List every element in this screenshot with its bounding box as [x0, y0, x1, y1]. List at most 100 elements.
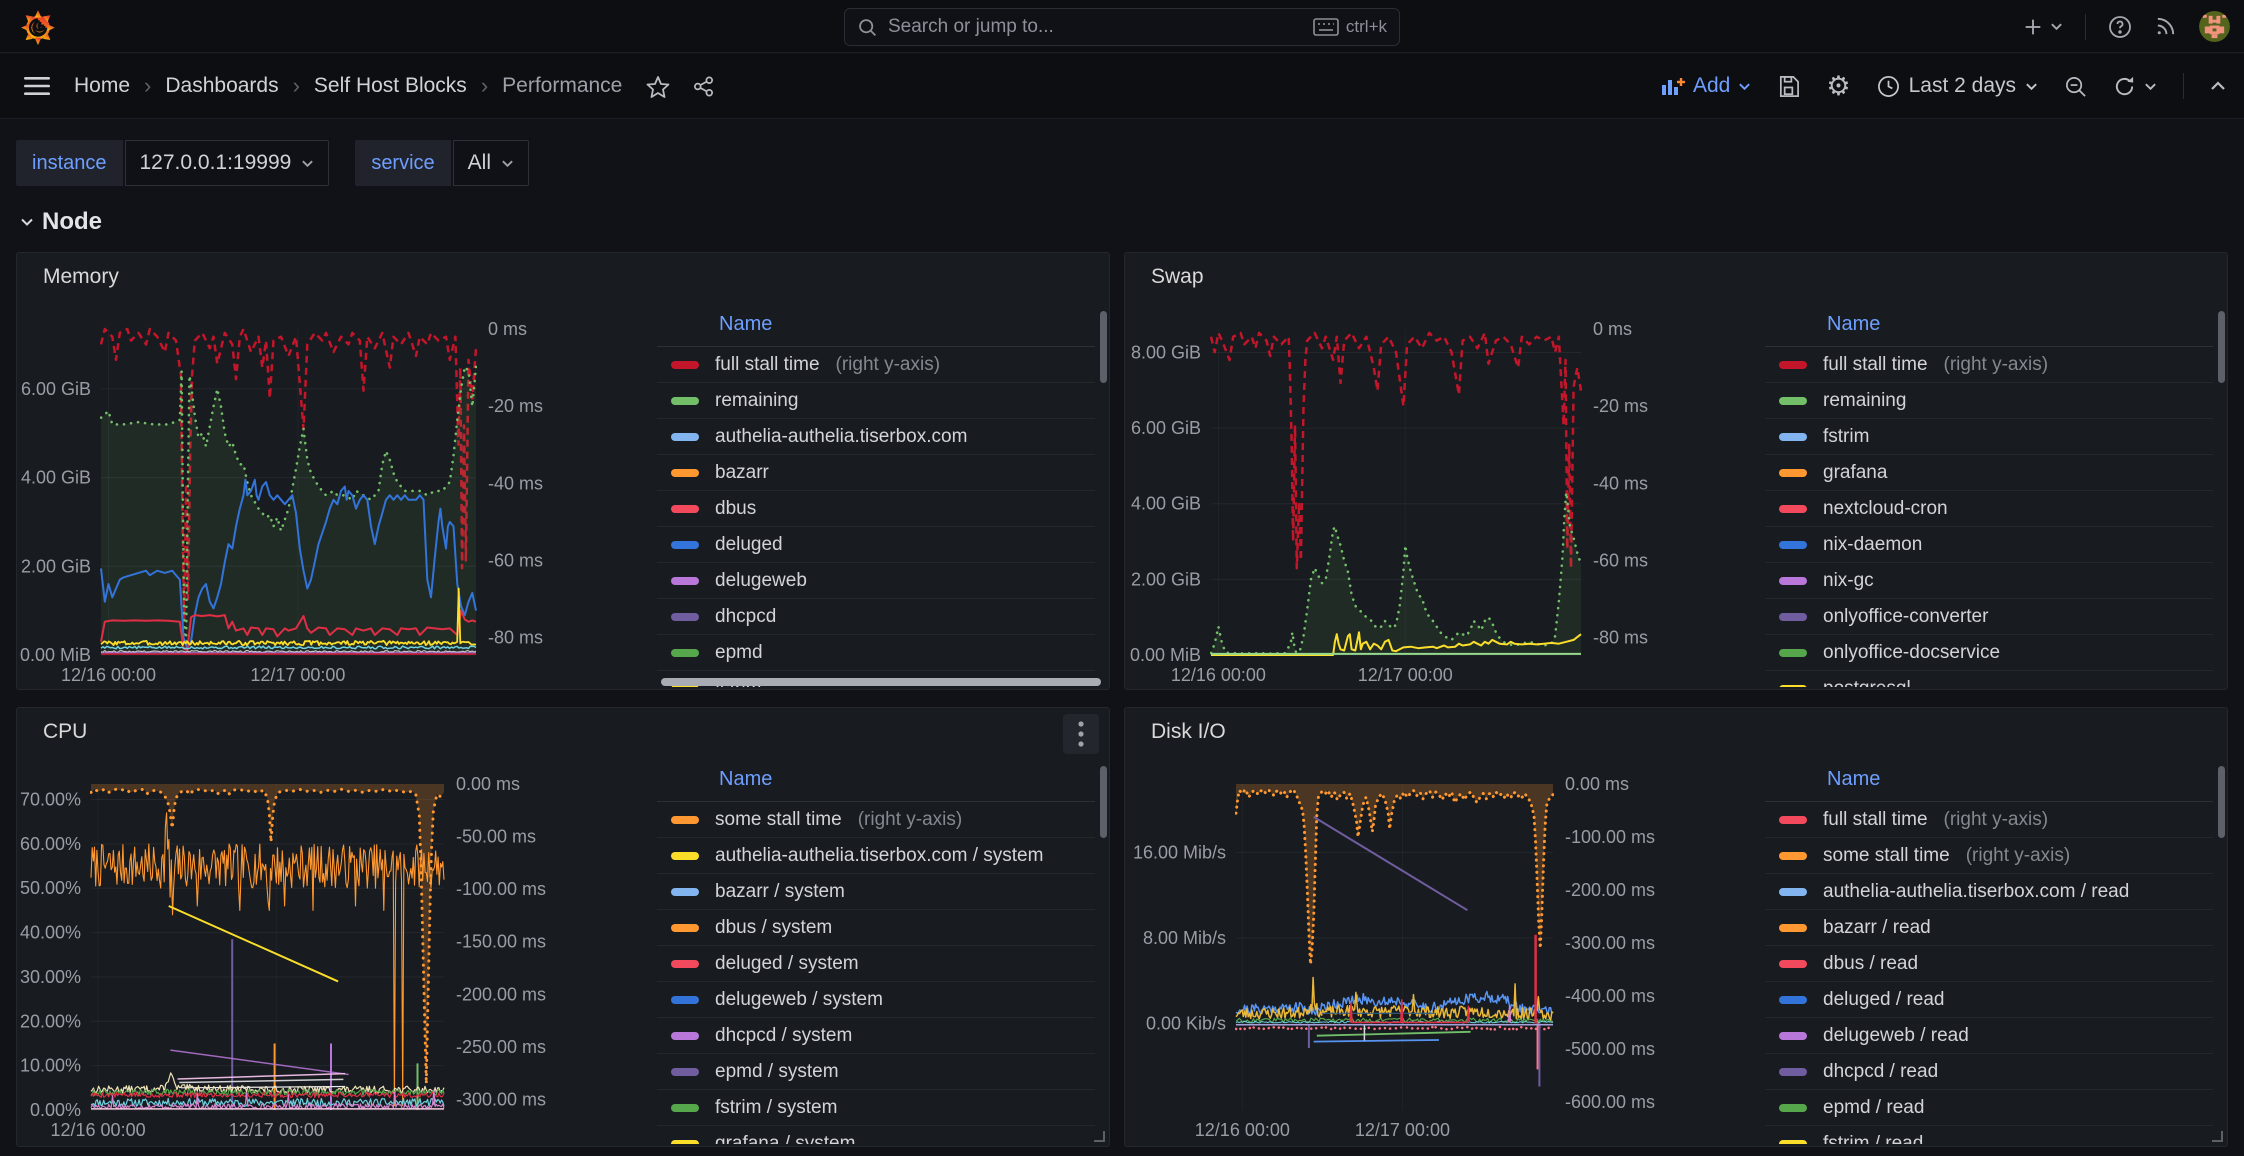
legend-series-label[interactable]: deluged / read	[1823, 989, 1945, 1011]
legend-row[interactable]: grafana / system	[657, 1126, 1095, 1144]
legend-series-label[interactable]: nextcloud-cron	[1823, 498, 1948, 520]
row-node[interactable]: Node	[20, 208, 102, 236]
legend-row[interactable]: epmd / read	[1765, 1090, 2213, 1126]
legend-row[interactable]: bazarr / system	[657, 874, 1095, 910]
legend-header[interactable]: Name	[1765, 758, 2213, 802]
legend-row[interactable]: nix-gc	[1765, 563, 2213, 599]
legend-row[interactable]: delugeweb / read	[1765, 1018, 2213, 1054]
panel-resize-handle[interactable]	[2212, 1131, 2223, 1142]
legend-series-label[interactable]: full stall time	[1823, 354, 1928, 376]
legend-series-label[interactable]: fstrim / read	[1823, 1133, 1923, 1145]
save-dashboard-button[interactable]	[1777, 75, 1800, 98]
news-button[interactable]	[2154, 15, 2177, 38]
legend-series-label[interactable]: epmd	[715, 642, 763, 664]
legend-row[interactable]: full stall time (right y-axis)	[657, 347, 1095, 383]
legend-series-label[interactable]: dbus	[715, 498, 756, 520]
zoom-out-button[interactable]	[2064, 75, 2087, 98]
instance-label[interactable]: instance	[16, 140, 123, 186]
legend-row[interactable]: dhcpcd	[657, 599, 1095, 635]
grafana-logo[interactable]	[20, 8, 56, 46]
legend-h-scrollbar[interactable]	[661, 678, 1101, 686]
legend-row[interactable]: fstrim / system	[657, 1090, 1095, 1126]
legend-row[interactable]: epmd / system	[657, 1054, 1095, 1090]
service-label[interactable]: service	[355, 140, 450, 186]
help-button[interactable]	[2108, 15, 2132, 39]
add-button[interactable]: Add	[1661, 74, 1751, 98]
legend-series-label[interactable]: onlyoffice-converter	[1823, 606, 1988, 628]
disk-io-chart[interactable]: 0.00 Kib/s8.00 Mib/s16.00 Mib/s0.00 ms-1…	[1125, 748, 1755, 1147]
legend-row[interactable]: dhcpcd / system	[657, 1018, 1095, 1054]
global-search[interactable]: ctrl+k	[844, 8, 1400, 46]
legend-series-label[interactable]: delugeweb	[715, 570, 807, 592]
legend-series-label[interactable]: remaining	[715, 390, 798, 412]
legend-row[interactable]: deluged / system	[657, 946, 1095, 982]
panel-resize-handle[interactable]	[1094, 1131, 1105, 1142]
legend-series-label[interactable]: nix-gc	[1823, 570, 1874, 592]
legend-series-label[interactable]: dhcpcd	[715, 606, 776, 628]
legend-row[interactable]: authelia-authelia.tiserbox.com / read	[1765, 874, 2213, 910]
legend-row[interactable]: grafana	[1765, 455, 2213, 491]
legend-series-label[interactable]: some stall time	[715, 809, 842, 831]
favorite-button[interactable]	[646, 75, 670, 98]
legend-series-label[interactable]: grafana / system	[715, 1133, 855, 1145]
breadcrumb-dashboards[interactable]: Dashboards	[165, 74, 278, 98]
legend-series-label[interactable]: postgresql	[1823, 678, 1911, 688]
share-button[interactable]	[692, 75, 715, 98]
legend-series-label[interactable]: grafana	[1823, 462, 1887, 484]
avatar[interactable]	[2199, 11, 2230, 42]
legend-row[interactable]: some stall time (right y-axis)	[657, 802, 1095, 838]
legend-series-label[interactable]: some stall time	[1823, 845, 1950, 867]
legend-series-label[interactable]: deluged	[715, 534, 783, 556]
legend-series-label[interactable]: delugeweb / read	[1823, 1025, 1969, 1047]
legend-row[interactable]: epmd	[657, 635, 1095, 671]
menu-button[interactable]	[24, 76, 50, 96]
panel-title[interactable]: Disk I/O	[1151, 720, 1226, 744]
legend-series-label[interactable]: authelia-authelia.tiserbox.com	[715, 426, 967, 448]
new-button[interactable]	[2022, 16, 2063, 38]
service-select[interactable]: All	[453, 140, 529, 186]
legend-row[interactable]: dbus	[657, 491, 1095, 527]
legend-scrollbar[interactable]	[2218, 311, 2225, 383]
legend-header[interactable]: Name	[657, 758, 1095, 802]
legend-row[interactable]: remaining	[657, 383, 1095, 419]
panel-title[interactable]: Swap	[1151, 265, 1204, 289]
legend-row[interactable]: onlyoffice-converter	[1765, 599, 2213, 635]
legend-row[interactable]: fstrim	[1765, 419, 2213, 455]
legend-row[interactable]: full stall time (right y-axis)	[1765, 347, 2213, 383]
legend-row[interactable]: full stall time (right y-axis)	[1765, 802, 2213, 838]
legend-row[interactable]: nextcloud-cron	[1765, 491, 2213, 527]
legend-header[interactable]: Name	[657, 303, 1095, 347]
legend-series-label[interactable]: authelia-authelia.tiserbox.com / read	[1823, 881, 2129, 903]
legend-scrollbar[interactable]	[1100, 766, 1107, 838]
legend-series-label[interactable]: remaining	[1823, 390, 1906, 412]
legend-row[interactable]: dbus / system	[657, 910, 1095, 946]
legend-series-label[interactable]: deluged / system	[715, 953, 859, 975]
legend-series-label[interactable]: dbus / read	[1823, 953, 1918, 975]
dashboard-settings-button[interactable]: ⚙	[1826, 73, 1850, 100]
legend-series-label[interactable]: dbus / system	[715, 917, 832, 939]
memory-chart[interactable]: 0.00 MiB2.00 GiB4.00 GiB6.00 GiB0 ms-20 …	[17, 293, 647, 690]
legend-row[interactable]: dhcpcd / read	[1765, 1054, 2213, 1090]
legend-header[interactable]: Name	[1765, 303, 2213, 347]
legend-series-label[interactable]: bazarr	[715, 462, 769, 484]
legend-series-label[interactable]: onlyoffice-docservice	[1823, 642, 2000, 664]
legend-series-label[interactable]: fstrim / system	[715, 1097, 837, 1119]
legend-series-label[interactable]: fstrim	[1823, 426, 1869, 448]
legend-row[interactable]: remaining	[1765, 383, 2213, 419]
legend-row[interactable]: authelia-authelia.tiserbox.com / system	[657, 838, 1095, 874]
legend-series-label[interactable]: authelia-authelia.tiserbox.com / system	[715, 845, 1043, 867]
legend-row[interactable]: bazarr / read	[1765, 910, 2213, 946]
legend-row[interactable]: nix-daemon	[1765, 527, 2213, 563]
legend-row[interactable]: authelia-authelia.tiserbox.com	[657, 419, 1095, 455]
legend-row[interactable]: dbus / read	[1765, 946, 2213, 982]
legend-row[interactable]: some stall time (right y-axis)	[1765, 838, 2213, 874]
instance-select[interactable]: 127.0.0.1:19999	[125, 140, 330, 186]
legend-series-label[interactable]: delugeweb / system	[715, 989, 883, 1011]
legend-series-label[interactable]: dhcpcd / read	[1823, 1061, 1938, 1083]
legend-row[interactable]: postgresql	[1765, 671, 2213, 687]
refresh-button[interactable]	[2113, 75, 2157, 98]
legend-row[interactable]: delugeweb / system	[657, 982, 1095, 1018]
legend-series-label[interactable]: full stall time	[1823, 809, 1928, 831]
legend-row[interactable]: deluged / read	[1765, 982, 2213, 1018]
legend-row[interactable]: deluged	[657, 527, 1095, 563]
